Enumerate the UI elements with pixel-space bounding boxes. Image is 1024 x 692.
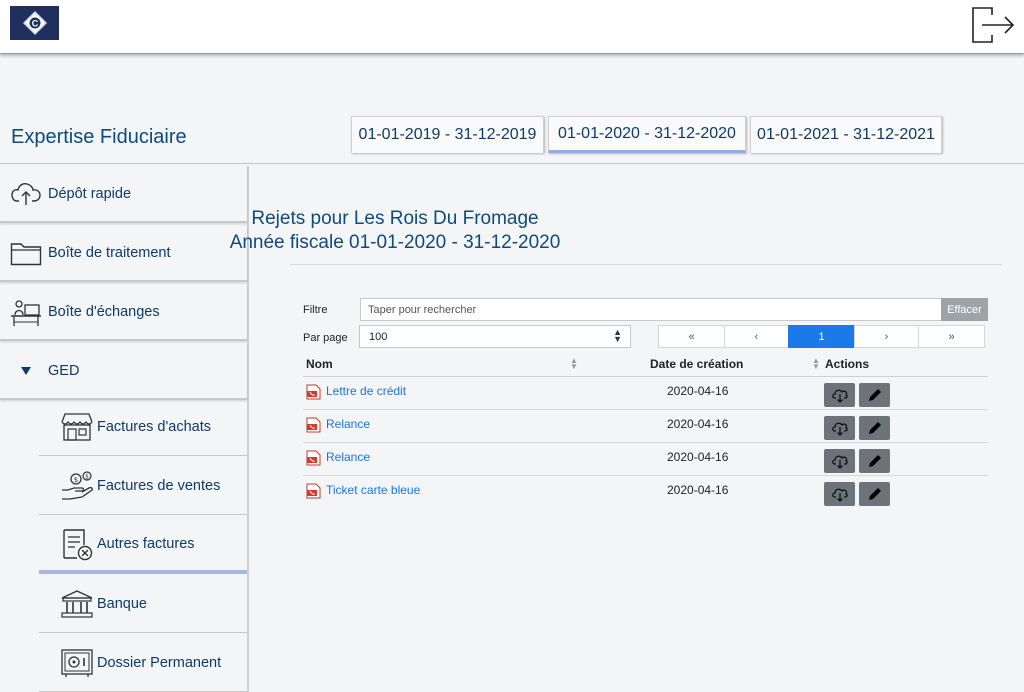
page-title: Rejets pour Les Rois Du Fromage bbox=[251, 208, 539, 229]
file-name-link[interactable]: Relance bbox=[326, 417, 370, 431]
perpage-select[interactable]: 100 ▲ ▼ bbox=[359, 325, 631, 348]
app-logo[interactable]: C bbox=[10, 6, 59, 40]
sidebar-item-boite-echanges[interactable]: Boîte d'échanges bbox=[0, 284, 247, 341]
shop-icon bbox=[60, 410, 94, 444]
page-last-button[interactable]: » bbox=[918, 325, 985, 348]
tab-fiscal-year-2020[interactable]: 01-01-2020 - 31-12-2020 bbox=[548, 116, 746, 153]
company-name: Expertise Fiduciaire bbox=[11, 126, 187, 148]
pencil-icon bbox=[868, 389, 881, 401]
sort-icon[interactable]: ▲ ▼ bbox=[812, 357, 820, 371]
sidebar-item-label: Factures d'achats bbox=[97, 419, 211, 435]
sidebar-item-label: Dossier Permanent bbox=[97, 655, 222, 671]
file-name-link[interactable]: Relance bbox=[326, 450, 370, 464]
cloud-download-icon bbox=[831, 422, 848, 436]
pencil-icon bbox=[868, 422, 881, 434]
table-row: Relance 2020-04-16 bbox=[303, 410, 988, 443]
sort-icon[interactable]: ▲ ▼ bbox=[570, 357, 578, 371]
logout-button[interactable] bbox=[970, 2, 1016, 46]
logout-icon bbox=[972, 7, 1015, 43]
file-date: 2020-04-16 bbox=[667, 450, 729, 464]
pdf-file-icon bbox=[306, 384, 321, 400]
edit-button[interactable] bbox=[859, 482, 890, 506]
download-button[interactable] bbox=[824, 449, 855, 473]
triangle-down-icon bbox=[10, 356, 42, 386]
pdf-file-icon bbox=[306, 483, 321, 499]
column-header-date[interactable]: Date de création bbox=[650, 357, 743, 371]
page-current-button[interactable]: 1 bbox=[788, 325, 855, 348]
download-button[interactable] bbox=[824, 383, 855, 407]
fiscal-year-tabs: 01-01-2019 - 31-12-2019 01-01-2020 - 31-… bbox=[351, 116, 946, 153]
download-button[interactable] bbox=[824, 416, 855, 440]
svg-text:$: $ bbox=[85, 474, 89, 481]
svg-text:$: $ bbox=[74, 476, 78, 484]
safe-icon bbox=[60, 646, 94, 680]
column-header-actions: Actions bbox=[825, 357, 870, 371]
tab-fiscal-year-2021[interactable]: 01-01-2021 - 31-12-2021 bbox=[750, 116, 942, 153]
file-date: 2020-04-16 bbox=[667, 483, 729, 497]
svg-text:C: C bbox=[31, 19, 38, 29]
sidebar-item-autres-factures[interactable]: Autres factures bbox=[39, 517, 247, 574]
clear-button[interactable]: Effacer bbox=[941, 298, 988, 321]
file-name-link[interactable]: Lettre de crédit bbox=[326, 384, 406, 398]
filter-label: Filtre bbox=[303, 304, 328, 316]
sidebar-item-dossier-permanent[interactable]: Dossier Permanent bbox=[39, 635, 247, 692]
sidebar-item-factures-achats[interactable]: Factures d'achats bbox=[39, 399, 247, 456]
top-bar: C bbox=[0, 0, 1024, 54]
tab-fiscal-year-2019[interactable]: 01-01-2019 - 31-12-2019 bbox=[351, 116, 544, 153]
sidebar-item-label: GED bbox=[48, 362, 80, 379]
invoice-cancel-icon bbox=[60, 527, 94, 561]
table-row: Relance 2020-04-16 bbox=[303, 443, 988, 476]
sidebar-item-label: Autres factures bbox=[97, 535, 195, 552]
table-row: Lettre de crédit 2020-04-16 bbox=[303, 377, 988, 410]
cloud-download-icon bbox=[831, 389, 848, 403]
desk-icon bbox=[10, 297, 42, 327]
cloud-download-icon bbox=[831, 488, 848, 502]
file-date: 2020-04-16 bbox=[667, 417, 729, 431]
pagination: « ‹ 1 › » bbox=[658, 325, 985, 348]
sidebar-item-label: Factures de ventes bbox=[97, 478, 221, 494]
pencil-icon bbox=[868, 455, 881, 467]
pdf-file-icon bbox=[306, 417, 321, 433]
header-divider bbox=[0, 163, 1024, 164]
file-date: 2020-04-16 bbox=[667, 384, 729, 398]
edit-button[interactable] bbox=[859, 416, 890, 440]
sidebar-item-label: Dépôt rapide bbox=[48, 185, 132, 202]
file-name-link[interactable]: Ticket carte bleue bbox=[326, 483, 420, 497]
logo-icon: C bbox=[22, 10, 47, 36]
bank-icon bbox=[60, 587, 94, 621]
title-divider bbox=[290, 264, 1002, 265]
sidebar-item-ged[interactable]: GED bbox=[0, 343, 247, 400]
pencil-icon bbox=[868, 488, 881, 500]
table-row: Ticket carte bleue 2020-04-16 bbox=[303, 476, 988, 509]
perpage-label: Par page bbox=[303, 332, 348, 344]
cloud-upload-icon bbox=[10, 179, 42, 209]
edit-button[interactable] bbox=[859, 449, 890, 473]
sidebar-item-factures-ventes[interactable]: $ $ Factures de ventes bbox=[39, 458, 247, 515]
edit-button[interactable] bbox=[859, 383, 890, 407]
hand-coins-icon: $ $ bbox=[60, 469, 94, 503]
select-caret-icon: ▲ ▼ bbox=[613, 327, 622, 344]
page-subtitle: Année fiscale 01-01-2020 - 31-12-2020 bbox=[229, 232, 561, 253]
page-first-button[interactable]: « bbox=[658, 325, 725, 348]
perpage-value: 100 bbox=[369, 330, 388, 343]
search-input[interactable] bbox=[360, 298, 942, 321]
cloud-download-icon bbox=[831, 455, 848, 469]
download-button[interactable] bbox=[824, 482, 855, 506]
sidebar-item-label: Boîte d'échanges bbox=[48, 303, 160, 320]
page-next-button[interactable]: › bbox=[854, 325, 919, 348]
pdf-file-icon bbox=[306, 450, 321, 466]
sidebar-item-label: Banque bbox=[97, 596, 147, 612]
page-prev-button[interactable]: ‹ bbox=[724, 325, 789, 348]
column-header-nom[interactable]: Nom bbox=[306, 357, 333, 371]
sidebar-item-banque[interactable]: Banque bbox=[39, 576, 247, 633]
